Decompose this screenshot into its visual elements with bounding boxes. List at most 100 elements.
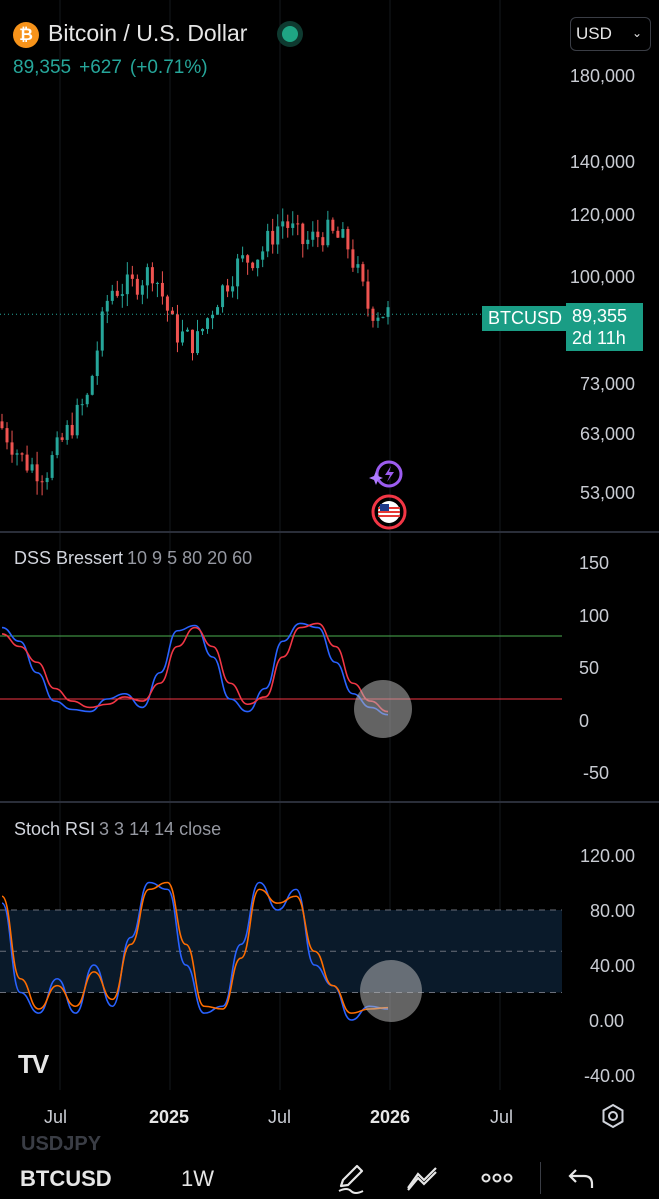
- candle-body: [65, 424, 69, 440]
- dss-axis-label: 100: [578, 606, 609, 626]
- candle-body: [356, 264, 360, 268]
- candle-body: [30, 464, 34, 471]
- symbol-title[interactable]: Bitcoin / U.S. Dollar: [48, 20, 247, 47]
- crosshair-handle[interactable]: [354, 680, 412, 738]
- candle-body: [221, 285, 225, 308]
- symbol-button[interactable]: BTCUSD: [20, 1166, 112, 1192]
- candle-body: [110, 290, 114, 301]
- stoch-rsi-name: Stoch RSI: [14, 819, 96, 839]
- price-axis-label: 100,000: [569, 267, 635, 287]
- candle-body: [180, 331, 184, 343]
- candle-body: [296, 223, 300, 225]
- candle-body: [361, 264, 365, 282]
- candle-body: [70, 424, 74, 436]
- rsi-axis-label: -40.00: [583, 1066, 635, 1086]
- candle-body: [25, 454, 29, 471]
- candle-body: [50, 455, 54, 478]
- candle-body: [5, 428, 9, 443]
- candle-body: [386, 307, 390, 317]
- candle-body: [321, 237, 325, 246]
- candle-body: [160, 282, 164, 297]
- candle-body: [271, 230, 275, 245]
- dss-axis-label: -50: [582, 763, 609, 783]
- dss-axis-label: 0: [578, 711, 589, 731]
- stoch-rsi-legend[interactable]: Stoch RSI 3 3 14 14 close: [14, 819, 221, 840]
- tradingview-logo: TV: [18, 1049, 49, 1079]
- candle-body: [150, 267, 154, 284]
- candle-body: [80, 404, 84, 406]
- settings-gear-icon[interactable]: [600, 1103, 626, 1129]
- interval-button[interactable]: 1W: [181, 1166, 214, 1192]
- candle-body: [100, 311, 104, 351]
- candle-body: [211, 314, 215, 319]
- last-price: 89,355: [13, 57, 72, 78]
- undo-icon[interactable]: [564, 1160, 600, 1196]
- time-axis-label: 2026: [370, 1107, 411, 1127]
- pencil-icon[interactable]: [333, 1160, 369, 1196]
- crosshair-handle[interactable]: [360, 960, 422, 1022]
- candle-body: [125, 274, 129, 295]
- stoch-rsi-params: 3 3 14 14 close: [99, 819, 222, 839]
- currency-select[interactable]: USD ⌄: [570, 17, 651, 51]
- toolbar-divider: [540, 1162, 541, 1194]
- candle-body: [20, 453, 24, 455]
- candle-body: [95, 350, 99, 376]
- candle-body: [351, 249, 355, 268]
- price-axis-label: 63,000: [579, 424, 635, 444]
- currency-value: USD: [576, 24, 612, 43]
- candle-body: [316, 231, 320, 238]
- us-flag-event-icon[interactable]: [370, 493, 408, 531]
- price-change: +627: [79, 57, 122, 78]
- stoch-rsi-pane: [0, 881, 562, 1021]
- candle-body: [326, 219, 330, 246]
- candle-body: [105, 300, 109, 312]
- dss-pane: [0, 622, 562, 716]
- candle-body: [140, 285, 144, 295]
- candle-body: [341, 228, 345, 238]
- dss-legend[interactable]: DSS Bressert 10 9 5 80 20 60: [14, 548, 252, 569]
- price-axis-label: 120,000: [569, 205, 635, 225]
- candle-body: [256, 259, 260, 269]
- dss-params: 10 9 5 80 20 60: [127, 548, 253, 568]
- rsi-axis-label: 40.00: [589, 956, 635, 976]
- candle-body: [231, 286, 235, 292]
- price-axis-label: 73,000: [579, 374, 635, 394]
- candle-body: [216, 307, 220, 315]
- candle-body: [366, 281, 370, 309]
- market-open-icon: [282, 26, 298, 42]
- candle-body: [135, 278, 139, 295]
- candle-body: [206, 318, 210, 329]
- rsi-axis-label: 120.00: [579, 846, 635, 866]
- candle-body: [346, 228, 350, 250]
- candle-body: [251, 262, 255, 269]
- price-axis-label: 53,000: [579, 483, 635, 503]
- candle-body: [0, 421, 4, 429]
- candle-body: [261, 251, 265, 260]
- candle-body: [75, 404, 79, 436]
- candle-body: [35, 464, 39, 482]
- candle-body: [336, 230, 340, 238]
- candle-body: [281, 221, 285, 227]
- candle-body: [120, 294, 124, 296]
- ai-sparkle-icon[interactable]: [368, 455, 406, 493]
- candle-body: [190, 329, 194, 354]
- more-icon[interactable]: [479, 1160, 515, 1196]
- candle-body: [266, 230, 270, 252]
- candle-body: [115, 290, 119, 296]
- candle-body: [10, 442, 14, 455]
- candle-body: [291, 223, 295, 228]
- dss-axis-label: 150: [578, 553, 609, 573]
- candle-body: [85, 394, 89, 405]
- candle-body: [241, 255, 245, 259]
- candle-body: [130, 274, 134, 279]
- candle-body: [40, 481, 44, 483]
- chart-canvas[interactable]: [0, 0, 659, 1199]
- candle-body: [145, 267, 149, 286]
- candle-body: [376, 317, 380, 321]
- bitcoin-logo-icon: ₿: [13, 22, 39, 48]
- bar-countdown: 2d 11h: [572, 328, 626, 348]
- drawing-tools-icon[interactable]: [404, 1160, 440, 1196]
- candle-body: [276, 226, 280, 245]
- dss-name: DSS Bressert: [14, 548, 124, 568]
- candle-body: [90, 375, 94, 395]
